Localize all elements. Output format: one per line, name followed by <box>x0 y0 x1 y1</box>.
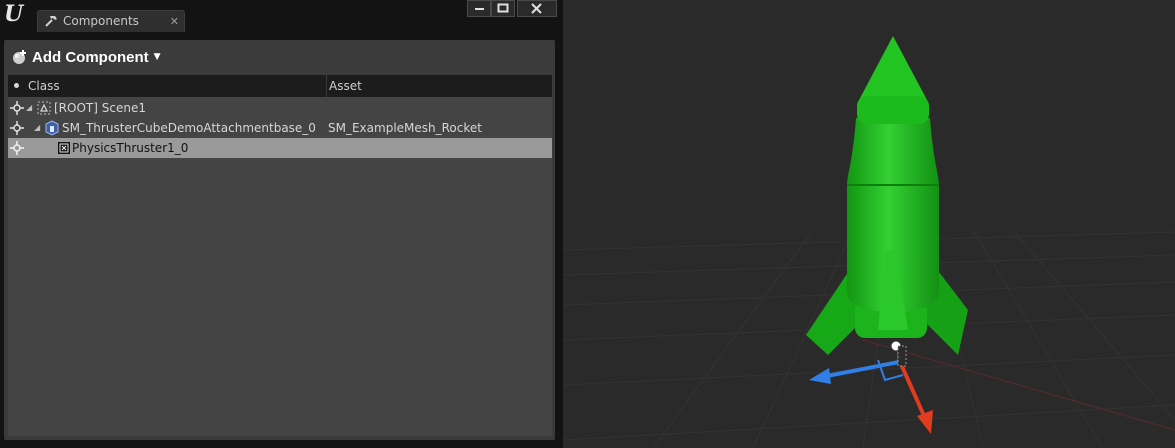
add-component-button[interactable]: Add Component ▼ <box>12 46 161 68</box>
scene-component-icon <box>37 101 51 115</box>
column-menu-icon[interactable] <box>14 83 19 88</box>
column-header-asset[interactable]: Asset <box>329 79 362 93</box>
tree-row-label: PhysicsThruster1_0 <box>72 141 189 155</box>
physics-thruster-icon <box>58 142 70 154</box>
tree-row-physics-thruster[interactable]: PhysicsThruster1_0 <box>8 138 552 158</box>
unreal-logo-icon: U <box>4 1 24 27</box>
tree-row-root[interactable]: ◢ [ROOT] Scene1 <box>8 98 552 118</box>
minimize-icon <box>475 8 484 10</box>
tab-label: Components <box>63 14 139 28</box>
add-component-icon <box>13 50 26 64</box>
add-component-label: Add Component <box>32 48 149 66</box>
close-icon <box>531 3 542 14</box>
move-icon <box>10 141 24 155</box>
tree-header: Class Asset <box>8 75 552 97</box>
viewport-scene <box>563 36 1175 448</box>
tree-row-static-mesh[interactable]: ◢ SM_ThrusterCubeDemoAttachmentbase_0 SM… <box>8 118 552 138</box>
tree-row-asset: SM_ExampleMesh_Rocket <box>328 121 482 135</box>
components-window: U Components ✕ Add Component ▼ Class Ass… <box>0 0 563 448</box>
move-icon <box>10 101 24 115</box>
close-button[interactable] <box>517 0 557 17</box>
tree-row-label: SM_ThrusterCubeDemoAttachmentbase_0 <box>62 121 316 135</box>
component-tree: Class Asset ◢ [ROOT] Scene1 ◢ SM_Thruste… <box>8 75 552 436</box>
maximize-icon <box>497 3 509 13</box>
rocket-mesh[interactable] <box>806 36 968 355</box>
viewport[interactable] <box>563 0 1175 448</box>
components-panel: Add Component ▼ Class Asset ◢ [ROOT] Sce… <box>4 40 555 440</box>
column-header-class[interactable]: Class <box>28 79 60 93</box>
expand-arrow-icon[interactable]: ◢ <box>26 103 32 112</box>
tab-close-icon[interactable]: ✕ <box>170 15 179 28</box>
static-mesh-icon <box>45 120 59 136</box>
maximize-button[interactable] <box>491 0 515 17</box>
move-icon <box>10 121 24 135</box>
tab-components[interactable]: Components ✕ <box>37 10 185 32</box>
column-divider[interactable] <box>326 75 327 97</box>
expand-arrow-icon[interactable]: ◢ <box>34 123 40 132</box>
chevron-down-icon: ▼ <box>153 52 161 62</box>
tree-row-label: [ROOT] Scene1 <box>54 101 146 115</box>
hammer-icon <box>45 16 57 27</box>
minimize-button[interactable] <box>467 0 491 17</box>
